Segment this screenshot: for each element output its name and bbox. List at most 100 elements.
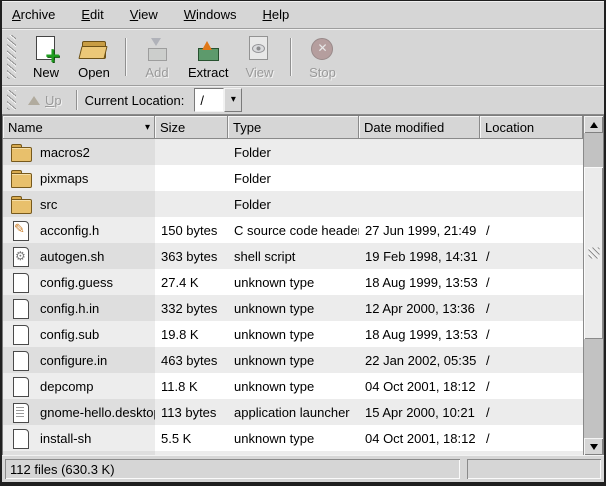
view-file-icon (244, 35, 274, 63)
table-row[interactable]: gnome-hello.desktop 113 bytes applicatio… (3, 399, 583, 425)
scrollbar-thumb[interactable] (584, 167, 603, 339)
file-type: unknown type (228, 269, 359, 295)
scrollbar-grip-icon (588, 248, 599, 259)
file-date-modified (359, 139, 480, 165)
table-row[interactable]: pixmaps Folder (3, 165, 583, 191)
file-size (155, 191, 228, 217)
vertical-scrollbar (583, 116, 603, 455)
table-row[interactable]: src Folder (3, 191, 583, 217)
location-value[interactable]: / (194, 88, 224, 112)
location-combo: / ▾ (194, 88, 242, 112)
toolbar-drag-handle[interactable] (7, 35, 16, 79)
table-row[interactable]: config.h.in 332 bytes unknown type 12 Ap… (3, 295, 583, 321)
file-type: Folder (228, 191, 359, 217)
file-name: depcomp (40, 379, 93, 394)
file-location: / (480, 217, 583, 243)
file-size: 332 bytes (155, 295, 228, 321)
scroll-down-button[interactable] (584, 438, 603, 455)
file-size: 5.5 K (155, 425, 228, 451)
file-name: configure.in (40, 353, 107, 368)
file-size: 27.4 K (155, 269, 228, 295)
location-bar-drag-handle[interactable] (7, 90, 16, 110)
file-type: unknown type (228, 295, 359, 321)
menu-archive[interactable]: Archive (12, 7, 55, 22)
file-name: config.h.in (40, 301, 99, 316)
file-date-modified: 04 Oct 2001, 18:12 (359, 425, 480, 451)
table-row[interactable]: install-sh 5.5 K unknown type 04 Oct 200… (3, 425, 583, 451)
column-header-name[interactable]: Name ▾ (3, 116, 155, 139)
file-size: 113 bytes (155, 399, 228, 425)
sort-indicator-icon: ▾ (145, 122, 150, 133)
menu-help[interactable]: Help (262, 7, 289, 22)
table-row[interactable]: config.sub 19.8 K unknown type 18 Aug 19… (3, 321, 583, 347)
file-location: / (480, 295, 583, 321)
file-location (480, 191, 583, 217)
file-type: unknown type (228, 321, 359, 347)
stop-button[interactable]: Stop (298, 32, 346, 82)
toolbar-separator (125, 38, 126, 76)
document-icon (10, 377, 32, 396)
file-date-modified: 18 Aug 1999, 13:53 (359, 269, 480, 295)
statusbar: 112 files (630.3 K) (2, 455, 604, 482)
table-row[interactable]: depcomp 11.8 K unknown type 04 Oct 2001,… (3, 373, 583, 399)
document-lines-icon (10, 403, 32, 422)
view-button[interactable]: View (235, 32, 283, 82)
table-row[interactable]: config.guess 27.4 K unknown type 18 Aug … (3, 269, 583, 295)
file-name: src (40, 197, 57, 212)
archive-manager-window: Archive Edit View Windows Help New Open … (0, 0, 606, 486)
file-table-body: macros2 Folder pixmaps Folder src Folder… (3, 139, 583, 455)
table-row[interactable]: macros2 Folder (3, 139, 583, 165)
arrow-down-icon (590, 444, 598, 454)
file-date-modified (359, 165, 480, 191)
table-row[interactable]: configure.in 463 bytes unknown type 22 J… (3, 347, 583, 373)
file-name: acconfig.h (40, 223, 99, 238)
table-row[interactable]: acconfig.h 150 bytes C source code heade… (3, 217, 583, 243)
file-size: 150 bytes (155, 217, 228, 243)
file-location: / (480, 425, 583, 451)
extract-button[interactable]: Extract (181, 32, 235, 82)
file-size: 463 bytes (155, 347, 228, 373)
folder-icon (10, 169, 32, 188)
open-button[interactable]: Open (70, 32, 118, 82)
file-date-modified: 19 Feb 1998, 14:31 (359, 243, 480, 269)
menu-windows[interactable]: Windows (184, 7, 237, 22)
folder-icon (10, 195, 32, 214)
file-location: / (480, 321, 583, 347)
file-location: / (480, 269, 583, 295)
add-files-icon (142, 35, 172, 63)
column-header-type[interactable]: Type (228, 116, 359, 139)
column-header-date-modified[interactable]: Date modified (359, 116, 480, 139)
column-header-location[interactable]: Location (480, 116, 583, 139)
add-button[interactable]: Add (133, 32, 181, 82)
document-icon (10, 299, 32, 318)
location-dropdown-button[interactable]: ▾ (224, 88, 242, 112)
up-button[interactable]: Up (22, 91, 68, 110)
arrow-up-icon (590, 118, 598, 128)
document-gear-icon (10, 247, 32, 266)
menu-view[interactable]: View (130, 7, 158, 22)
stop-icon (307, 35, 337, 63)
file-location (480, 139, 583, 165)
menu-edit[interactable]: Edit (81, 7, 103, 22)
status-secondary-panel (467, 459, 601, 479)
file-date-modified (359, 191, 480, 217)
file-date-modified: 22 Jan 2002, 05:35 (359, 347, 480, 373)
file-type: application launcher (228, 399, 359, 425)
file-type: Folder (228, 165, 359, 191)
chevron-down-icon: ▾ (231, 95, 236, 105)
file-name: gnome-hello.desktop (40, 405, 155, 420)
column-header-size[interactable]: Size (155, 116, 228, 139)
new-button[interactable]: New (22, 32, 70, 82)
document-icon (10, 455, 32, 456)
file-size (155, 165, 228, 191)
location-bar-separator (76, 90, 77, 110)
scrollbar-trough[interactable] (584, 133, 603, 438)
scroll-up-button[interactable] (584, 116, 603, 133)
file-name: autogen.sh (40, 249, 104, 264)
file-location: / (480, 243, 583, 269)
toolbar-separator (290, 38, 291, 76)
table-row[interactable]: autogen.sh 363 bytes shell script 19 Feb… (3, 243, 583, 269)
document-icon (10, 429, 32, 448)
file-type: Folder (228, 139, 359, 165)
up-icon (28, 90, 40, 105)
